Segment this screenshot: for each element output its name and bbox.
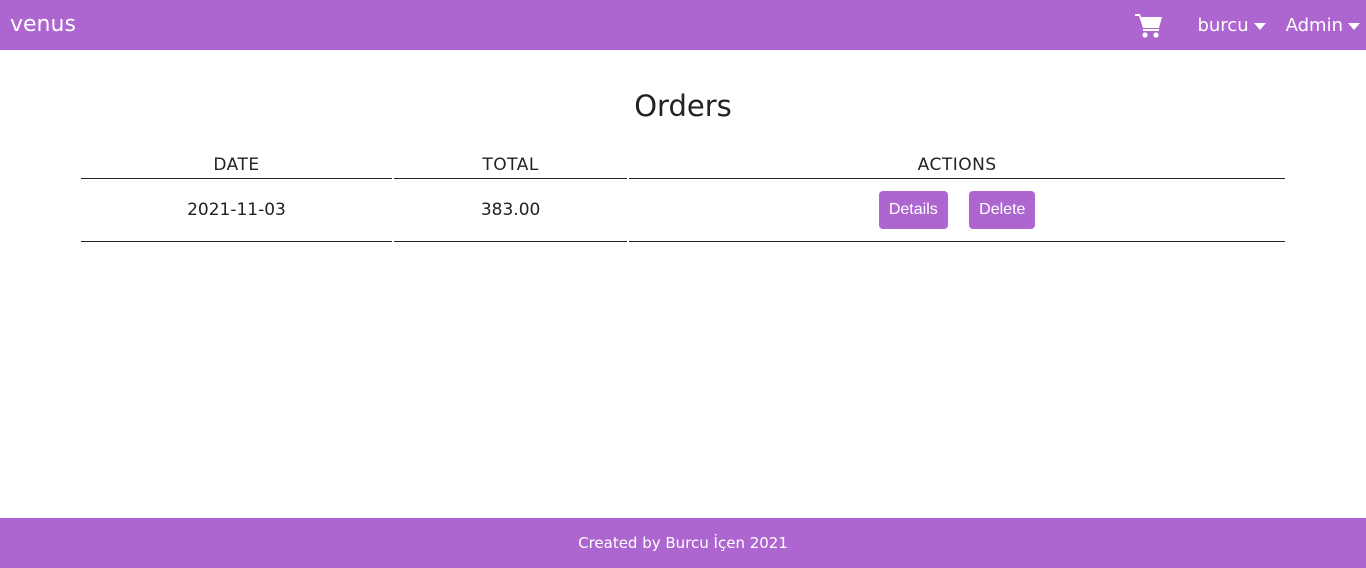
page-title: Orders	[634, 89, 732, 123]
user-menu-label: burcu	[1197, 14, 1249, 36]
table-header-row: DATE TOTAL ACTIONS	[81, 150, 1285, 179]
order-date: 2021-11-03	[81, 179, 392, 242]
top-navbar: venus burcu Admin	[0, 0, 1366, 50]
column-header-total: TOTAL	[393, 150, 628, 179]
order-actions: Details Delete	[629, 179, 1285, 242]
admin-menu-label: Admin	[1285, 14, 1343, 36]
shopping-cart-icon-svg	[1135, 14, 1163, 38]
admin-menu-dropdown[interactable]: Admin	[1286, 15, 1360, 36]
chevron-down-icon	[1253, 22, 1266, 30]
column-header-actions: ACTIONS	[629, 150, 1285, 179]
shopping-cart-icon[interactable]	[1133, 10, 1165, 40]
orders-table: DATE TOTAL ACTIONS 2021-11-03 383.00 Det…	[79, 150, 1287, 242]
delete-button[interactable]: Delete	[969, 191, 1036, 229]
chevron-down-icon	[1348, 22, 1360, 30]
table-row: 2021-11-03 383.00 Details Delete	[81, 179, 1285, 242]
column-header-date: DATE	[81, 150, 392, 179]
user-menu-dropdown[interactable]: burcu	[1197, 14, 1266, 36]
navbar-right: burcu Admin	[1133, 10, 1360, 40]
order-total: 383.00	[393, 179, 628, 242]
brand-logo-link[interactable]: venus	[10, 10, 76, 40]
details-button[interactable]: Details	[878, 191, 948, 229]
footer-text: Created by Burcu İçen 2021	[578, 534, 788, 552]
footer: Created by Burcu İçen 2021	[0, 518, 1366, 568]
